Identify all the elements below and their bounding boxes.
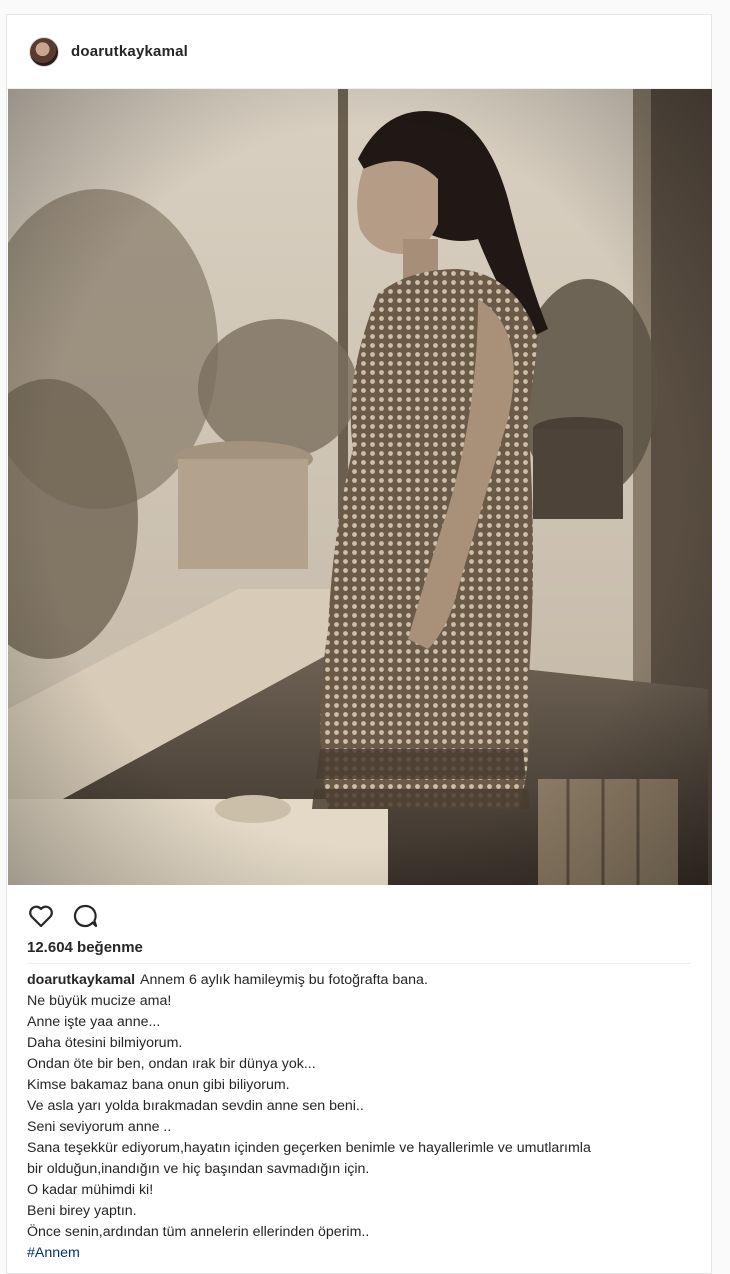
caption-line: Seni seviyorum anne .. [27, 1119, 172, 1135]
caption-line: #Annem [27, 1243, 697, 1264]
post-caption: doarutkaykamal Annem 6 aylık hamileymiş b… [27, 970, 697, 1264]
caption-line: Sana teşekkür ediyorum,hayatın içinden g… [27, 1140, 591, 1156]
caption-line: doarutkaykamal Annem 6 aylık hamileymiş b… [27, 972, 428, 988]
caption-line: Ne büyük mucize ama! [27, 993, 172, 1009]
caption-line: Önce senin,ardından tüm annelerin elleri… [27, 1224, 370, 1240]
caption-line: bir olduğun,inandığın ve hiç başından sa… [27, 1161, 370, 1177]
sepia-photo-illustration [8, 89, 712, 885]
avatar[interactable] [29, 37, 59, 67]
likes-count[interactable]: 12.604 beğenme [27, 939, 143, 956]
caption-line: Ve asla yarı yolda bırakmadan sevdin ann… [27, 1098, 364, 1114]
caption-line: Kimse bakamaz bana onun gibi biliyorum. [27, 1077, 290, 1093]
caption-line: Beni birey yaptın. [27, 1203, 137, 1219]
comment-bubble-icon[interactable] [71, 902, 99, 930]
caption-username[interactable]: doarutkaykamal [27, 972, 135, 988]
divider [27, 963, 691, 964]
post-actions [27, 901, 99, 931]
caption-line: Daha ötesini bilmiyorum. [27, 1035, 183, 1051]
post-photo[interactable] [8, 89, 712, 885]
post-username[interactable]: doarutkaykamal [71, 43, 188, 60]
caption-line: O kadar mühimdi ki! [27, 1182, 154, 1198]
caption-line: Anne işte yaa anne... [27, 1014, 161, 1030]
caption-line: Ondan öte bir ben, ondan ırak bir dünya … [27, 1056, 316, 1072]
post-header: doarutkaykamal [7, 15, 711, 89]
hashtag-link[interactable]: #Annem [27, 1245, 80, 1261]
instagram-post: doarutkaykamal 12.604 beğenme doarutkayk… [6, 14, 712, 1274]
heart-icon[interactable] [27, 902, 55, 930]
